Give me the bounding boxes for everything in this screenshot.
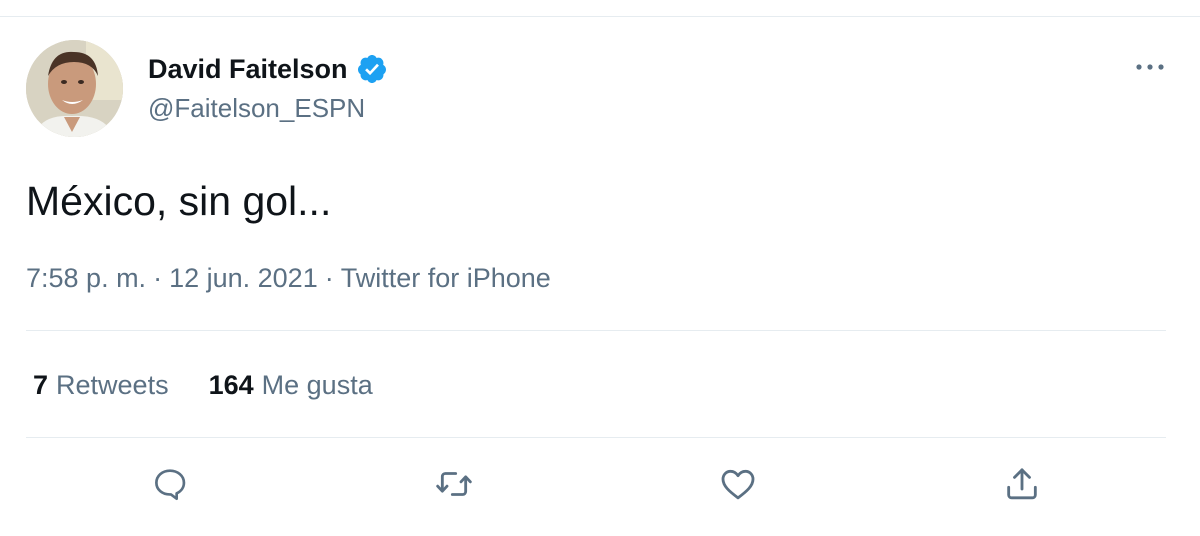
avatar-image [26, 40, 123, 137]
author-name-row: David Faitelson [148, 52, 388, 86]
tweet-source[interactable]: Twitter for iPhone [341, 263, 551, 293]
tweet-actions [0, 462, 1200, 512]
tweet-date[interactable]: 12 jun. 2021 [169, 263, 318, 293]
divider [26, 437, 1166, 438]
like-icon [721, 469, 755, 500]
share-icon [1007, 468, 1037, 500]
retweet-button[interactable] [432, 462, 476, 506]
meta-separator-2: · [324, 263, 334, 293]
author-handle[interactable]: @Faitelson_ESPN [148, 93, 365, 124]
likes-label: Me gusta [261, 370, 373, 400]
likes-stat[interactable]: 164 Me gusta [209, 370, 373, 401]
share-button[interactable] [1000, 462, 1044, 506]
tweet-text: México, sin gol... [26, 178, 332, 224]
tweet-meta: 7:58 p. m. · 12 jun. 2021 · Twitter for iPho… [26, 263, 551, 294]
author-display-name[interactable]: David Faitelson [148, 54, 348, 85]
verified-badge-icon [356, 53, 388, 85]
tweet-card: David Faitelson @Faitelson_ESPN México, … [0, 0, 1200, 536]
retweets-label: Retweets [56, 370, 169, 400]
tweet-stats: 7 Retweets 164 Me gusta [33, 370, 373, 401]
like-button[interactable] [716, 462, 760, 506]
meta-separator: · [153, 263, 163, 293]
retweet-icon [436, 472, 472, 496]
avatar[interactable] [26, 40, 123, 137]
more-icon [1136, 64, 1164, 70]
reply-button[interactable] [148, 462, 192, 506]
more-options-button[interactable] [1130, 52, 1170, 82]
tweet-time[interactable]: 7:58 p. m. [26, 263, 146, 293]
retweets-stat[interactable]: 7 Retweets [33, 370, 169, 401]
reply-icon [155, 469, 186, 501]
likes-count: 164 [208, 370, 254, 400]
divider [26, 330, 1166, 331]
retweets-count: 7 [33, 370, 49, 400]
